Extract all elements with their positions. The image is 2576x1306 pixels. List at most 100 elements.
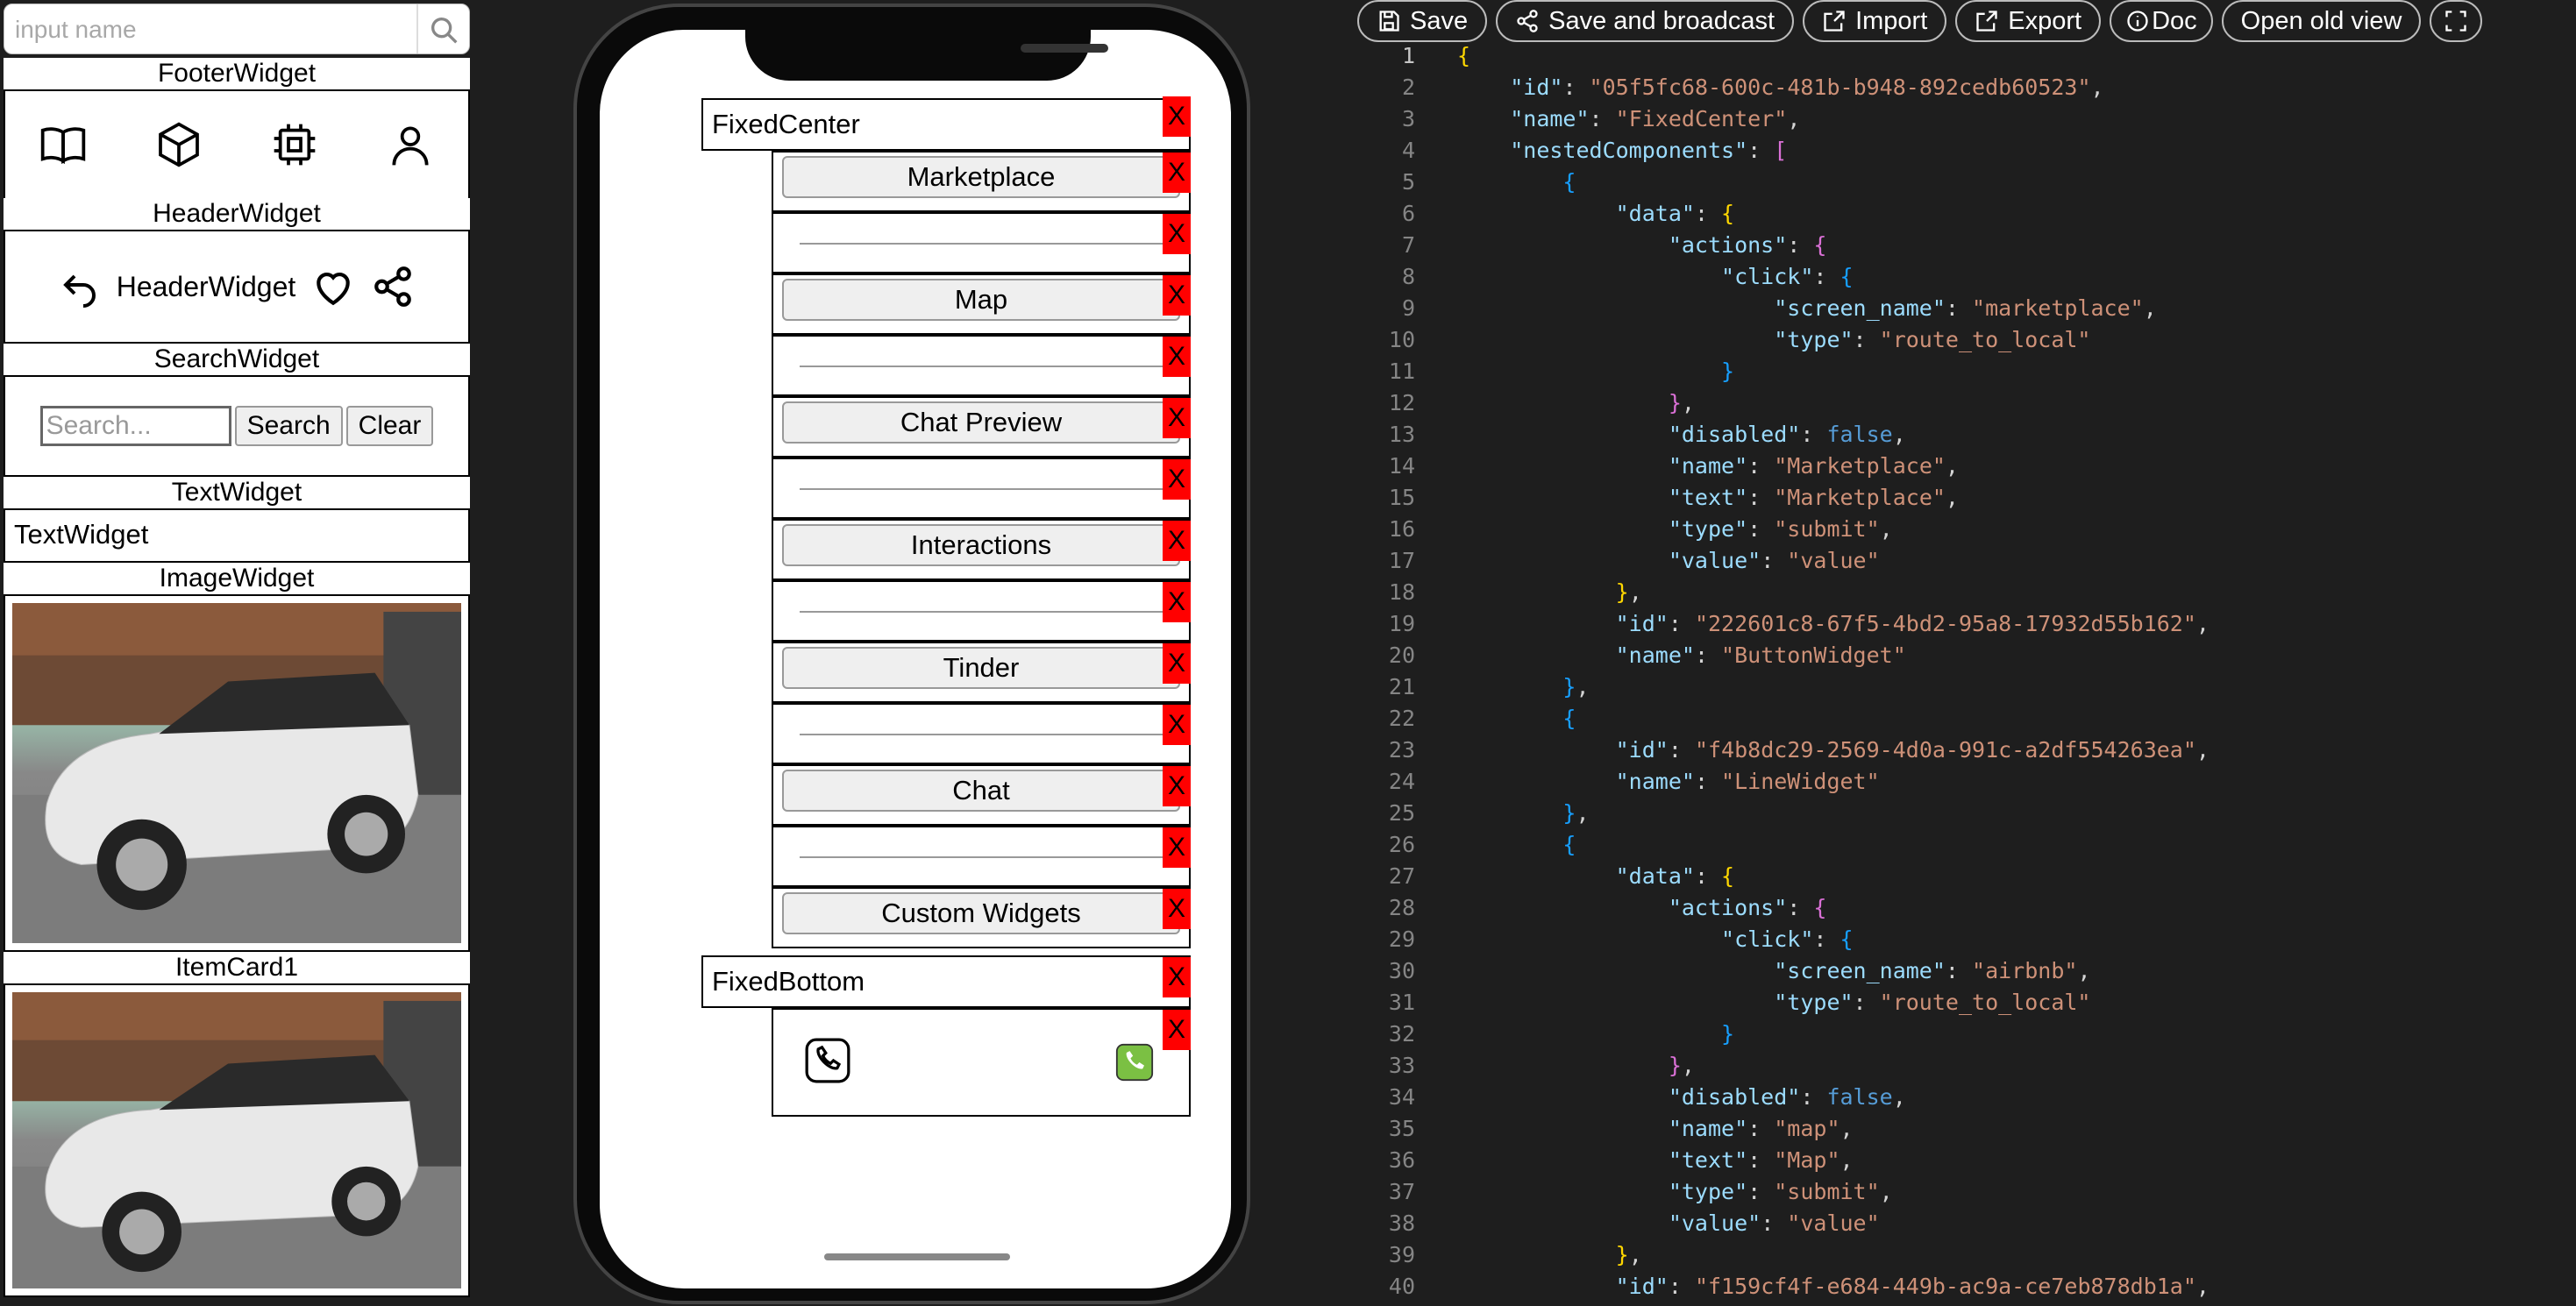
button-widget[interactable]: Chat [772, 764, 1191, 826]
header-widget-preview[interactable]: HeaderWidget [4, 230, 470, 344]
code-line: 30 "screen_name": "airbnb", [1350, 955, 2576, 987]
code-line: 40 "id": "f159cf4f-e684-449b-ac9a-ce7eb8… [1350, 1271, 2576, 1302]
remove-widget-button[interactable]: X [1163, 153, 1191, 193]
code-line: 24 "name": "LineWidget" [1350, 766, 2576, 798]
preview-button[interactable]: Chat Preview [782, 401, 1180, 444]
code-line: 13 "disabled": false, [1350, 419, 2576, 451]
code-text: }, [1668, 1053, 1695, 1078]
code-line: 21 }, [1350, 671, 2576, 703]
code-line: 38 "value": "value" [1350, 1208, 2576, 1239]
widget-search-input[interactable] [15, 11, 418, 48]
line-divider [800, 856, 1163, 858]
phone-icon[interactable] [805, 1038, 850, 1083]
line-widget[interactable] [772, 458, 1191, 519]
code-text: "type": "submit", [1668, 516, 1893, 542]
remove-widget-button[interactable]: X [1163, 766, 1191, 806]
search-widget-preview[interactable]: Search Clear [4, 375, 470, 477]
save-button[interactable]: Save [1357, 0, 1488, 42]
line-widget[interactable] [772, 335, 1191, 396]
code-line: 4 "nestedComponents": [ [1350, 135, 2576, 167]
clear-widget-button[interactable]: Clear [345, 406, 434, 446]
remove-widget-button[interactable]: X [1163, 398, 1191, 438]
remove-widget-button[interactable]: X [1163, 275, 1191, 316]
line-divider [800, 488, 1163, 490]
line-divider [800, 366, 1163, 367]
code-text: }, [1615, 579, 1642, 605]
code-editor[interactable]: 1{2 "id": "05f5fc68-600c-481b-b948-892ce… [1350, 40, 2576, 1302]
line-number: 33 [1388, 1053, 1415, 1078]
remove-widget-button[interactable]: X [1163, 582, 1191, 622]
user-icon [392, 126, 429, 166]
button-widget[interactable]: Map [772, 273, 1191, 335]
footer-widget-title: FooterWidget [4, 58, 470, 89]
back-arrow-icon [62, 274, 96, 308]
doc-button[interactable]: Doc [2110, 0, 2213, 42]
code-line: 35 "name": "map", [1350, 1113, 2576, 1145]
line-number: 24 [1388, 769, 1415, 794]
import-button[interactable]: Import [1803, 0, 1947, 42]
remove-widget-button[interactable]: X [1163, 337, 1191, 377]
line-number: 7 [1401, 232, 1415, 258]
export-button[interactable]: Export [1955, 0, 2102, 42]
fixed-center-container[interactable]: FixedCenter [701, 98, 1191, 151]
fullscreen-button[interactable] [2430, 0, 2483, 42]
fixed-bottom-container[interactable]: FixedBottom [701, 955, 1191, 1008]
code-line: 11 } [1350, 356, 2576, 387]
preview-button[interactable]: Interactions [782, 524, 1180, 566]
search-icon[interactable] [427, 13, 462, 48]
line-number: 34 [1388, 1084, 1415, 1110]
line-widget[interactable] [772, 212, 1191, 273]
remove-widget-button[interactable]: X [1163, 643, 1191, 684]
remove-widget-button[interactable]: X [1163, 1010, 1191, 1050]
code-line: 25 }, [1350, 798, 2576, 829]
line-number: 18 [1388, 579, 1415, 605]
remove-widget-button[interactable]: X [1163, 459, 1191, 500]
button-widget[interactable]: Interactions [772, 519, 1191, 580]
preview-button[interactable]: Marketplace [782, 156, 1180, 198]
book-icon [40, 127, 86, 165]
image-widget-preview[interactable] [4, 594, 470, 952]
line-number: 6 [1401, 201, 1415, 226]
text-widget-preview[interactable]: TextWidget [4, 508, 470, 563]
code-line: 32 } [1350, 1019, 2576, 1050]
remove-widget-button[interactable]: X [1163, 827, 1191, 868]
button-widget[interactable]: Chat Preview [772, 396, 1191, 458]
remove-widget-button[interactable]: X [1163, 889, 1191, 929]
line-number: 14 [1388, 453, 1415, 479]
call-widget[interactable] [772, 1008, 1191, 1117]
open-old-view-button[interactable]: Open old view [2221, 0, 2422, 42]
save-label: Save [1410, 6, 1469, 35]
line-number: 1 [1401, 43, 1415, 68]
search-widget-button[interactable]: Search [234, 406, 343, 446]
info-icon [2127, 11, 2148, 32]
preview-button[interactable]: Tinder [782, 647, 1180, 689]
remove-widget-button[interactable]: X [1163, 957, 1191, 997]
code-line: 33 }, [1350, 1050, 2576, 1082]
line-widget[interactable] [772, 580, 1191, 642]
phone-call-icon[interactable] [1115, 1043, 1154, 1082]
remove-widget-button[interactable]: X [1163, 214, 1191, 254]
code-text: "actions": { [1668, 232, 1827, 258]
code-text: "disabled": false, [1668, 1084, 1906, 1110]
button-widget[interactable]: Custom Widgets [772, 887, 1191, 948]
line-widget[interactable] [772, 826, 1191, 887]
remove-widget-button[interactable]: X [1163, 96, 1191, 137]
line-number: 31 [1388, 990, 1415, 1015]
line-number: 23 [1388, 737, 1415, 763]
code-line: 31 "type": "route_to_local" [1350, 987, 2576, 1019]
line-number: 2 [1401, 75, 1415, 100]
button-widget[interactable]: Tinder [772, 642, 1191, 703]
line-number: 40 [1388, 1274, 1415, 1299]
itemcard-widget-preview[interactable] [4, 983, 470, 1297]
search-widget-input[interactable] [39, 406, 231, 446]
preview-button[interactable]: Map [782, 279, 1180, 321]
code-text: "name": "Marketplace", [1668, 453, 1959, 479]
footer-widget-preview[interactable] [4, 89, 470, 200]
button-widget[interactable]: Marketplace [772, 151, 1191, 212]
preview-button[interactable]: Custom Widgets [782, 892, 1180, 934]
preview-button[interactable]: Chat [782, 770, 1180, 812]
save-and-broadcast-button[interactable]: Save and broadcast [1496, 0, 1795, 42]
remove-widget-button[interactable]: X [1163, 521, 1191, 561]
line-widget[interactable] [772, 703, 1191, 764]
remove-widget-button[interactable]: X [1163, 705, 1191, 745]
